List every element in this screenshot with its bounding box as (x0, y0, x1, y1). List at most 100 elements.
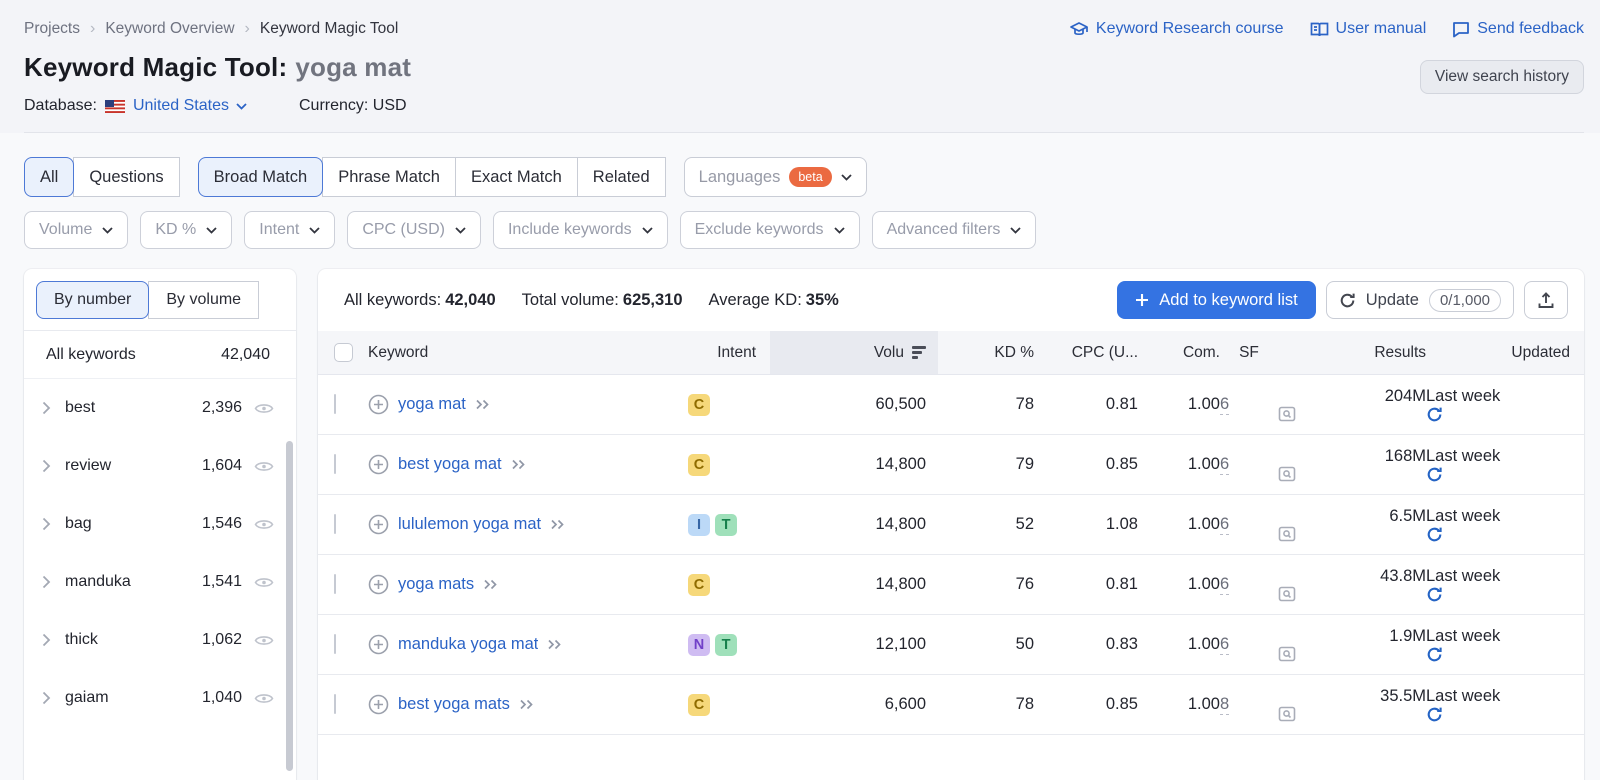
intent-badge-C: C (688, 574, 710, 596)
expand-keyword-icon[interactable] (511, 459, 527, 470)
refresh-row-icon[interactable] (1426, 586, 1443, 603)
view-serp-icon[interactable] (1278, 466, 1296, 482)
row-checkbox[interactable] (334, 454, 336, 474)
serp-features-count[interactable]: 6 (1220, 515, 1229, 535)
refresh-row-icon[interactable] (1426, 706, 1443, 723)
filter-dropdown[interactable]: Advanced filters (872, 211, 1037, 249)
filter-dropdown[interactable]: Include keywords (493, 211, 668, 249)
sort-toggle-tab[interactable]: By number (36, 281, 149, 319)
refresh-row-icon[interactable] (1426, 466, 1443, 483)
column-keyword[interactable]: Keyword (366, 331, 678, 374)
all-keywords-row[interactable]: All keywords 42,040 (24, 331, 296, 379)
filter-dropdown[interactable]: KD % (140, 211, 232, 249)
add-keyword-icon[interactable] (368, 454, 389, 475)
row-checkbox[interactable] (334, 694, 336, 714)
serp-features-count[interactable]: 8 (1220, 695, 1229, 715)
add-to-keyword-list-button[interactable]: Add to keyword list (1117, 281, 1315, 319)
refresh-row-icon[interactable] (1426, 526, 1443, 543)
view-serp-icon[interactable] (1278, 406, 1296, 422)
serp-features-count[interactable]: 6 (1220, 635, 1229, 655)
languages-dropdown[interactable]: Languages beta (684, 157, 867, 197)
keywords-table-card: All keywords:42,040 Total volume:625,310… (318, 269, 1584, 780)
breadcrumb-keyword-overview[interactable]: Keyword Overview (105, 20, 250, 38)
filter-dropdown[interactable]: Intent (244, 211, 335, 249)
keyword-group-row[interactable]: review 1,604 (24, 437, 296, 495)
eye-icon[interactable] (254, 692, 274, 705)
keyword-link[interactable]: lululemon yoga mat (398, 515, 541, 534)
keyword-link[interactable]: best yoga mat (398, 455, 502, 474)
column-results[interactable]: Results (1278, 331, 1426, 374)
serp-features-count[interactable]: 6 (1220, 395, 1229, 415)
keyword-link[interactable]: manduka yoga mat (398, 635, 538, 654)
tab-group-match-types: Broad Match Phrase Match Exact Match Rel… (198, 157, 666, 197)
match-tab[interactable]: All (24, 157, 74, 197)
eye-icon[interactable] (254, 576, 274, 589)
sidebar-scrollbar[interactable] (286, 441, 293, 771)
row-checkbox[interactable] (334, 634, 336, 654)
keyword-group-row[interactable]: manduka 1,541 (24, 553, 296, 611)
column-cpc[interactable]: CPC (U... (1034, 331, 1138, 374)
competition-value: 1.00 (1188, 695, 1220, 713)
match-tab[interactable]: Questions (73, 157, 179, 197)
match-tab[interactable]: Exact Match (455, 157, 578, 197)
column-competition[interactable]: Com. (1138, 331, 1220, 374)
column-updated[interactable]: Updated (1426, 331, 1584, 374)
sort-toggle-tab[interactable]: By volume (148, 281, 259, 319)
view-serp-icon[interactable] (1278, 706, 1296, 722)
view-search-history-button[interactable]: View search history (1420, 60, 1584, 94)
keyword-research-course-link[interactable]: Keyword Research course (1069, 20, 1284, 38)
select-all-checkbox[interactable] (334, 343, 353, 362)
database-selector[interactable]: United States (105, 97, 247, 115)
user-manual-link[interactable]: User manual (1310, 20, 1427, 38)
refresh-row-icon[interactable] (1426, 646, 1443, 663)
keyword-group-row[interactable]: best 2,396 (24, 379, 296, 437)
view-serp-icon[interactable] (1278, 586, 1296, 602)
expand-keyword-icon[interactable] (483, 579, 499, 590)
expand-keyword-icon[interactable] (547, 639, 563, 650)
filter-dropdown[interactable]: CPC (USD) (347, 211, 481, 249)
row-checkbox[interactable] (334, 514, 336, 534)
row-checkbox[interactable] (334, 574, 336, 594)
expand-keyword-icon[interactable] (519, 699, 535, 710)
keyword-group-row[interactable]: gaiam 1,040 (24, 669, 296, 727)
header-divider (24, 132, 1584, 133)
export-button[interactable] (1524, 281, 1568, 319)
column-volume-sorted[interactable]: Volu (770, 331, 938, 374)
filter-dropdown[interactable]: Volume (24, 211, 128, 249)
send-feedback-link[interactable]: Send feedback (1452, 20, 1584, 38)
add-keyword-icon[interactable] (368, 514, 389, 535)
filter-label: Exclude keywords (695, 221, 824, 239)
add-keyword-icon[interactable] (368, 574, 389, 595)
add-keyword-icon[interactable] (368, 694, 389, 715)
match-tab[interactable]: Broad Match (198, 157, 324, 197)
eye-icon[interactable] (254, 460, 274, 473)
serp-features-count[interactable]: 6 (1220, 455, 1229, 475)
add-keyword-icon[interactable] (368, 634, 389, 655)
column-intent[interactable]: Intent (678, 331, 770, 374)
keyword-link[interactable]: yoga mats (398, 575, 474, 594)
view-serp-icon[interactable] (1278, 526, 1296, 542)
chevron-right-icon (42, 401, 51, 415)
column-kd[interactable]: KD % (938, 331, 1034, 374)
column-serp-features[interactable]: SF (1220, 331, 1278, 374)
refresh-row-icon[interactable] (1426, 406, 1443, 423)
match-tab[interactable]: Phrase Match (322, 157, 456, 197)
breadcrumb-projects[interactable]: Projects (24, 20, 95, 38)
serp-features-count[interactable]: 6 (1220, 575, 1229, 595)
eye-icon[interactable] (254, 402, 274, 415)
us-flag-icon (105, 100, 125, 113)
filter-dropdown[interactable]: Exclude keywords (680, 211, 860, 249)
eye-icon[interactable] (254, 518, 274, 531)
keyword-link[interactable]: best yoga mats (398, 695, 510, 714)
match-tab[interactable]: Related (577, 157, 666, 197)
eye-icon[interactable] (254, 634, 274, 647)
expand-keyword-icon[interactable] (475, 399, 491, 410)
add-keyword-icon[interactable] (368, 394, 389, 415)
row-checkbox[interactable] (334, 394, 336, 414)
expand-keyword-icon[interactable] (550, 519, 566, 530)
keyword-group-row[interactable]: bag 1,546 (24, 495, 296, 553)
update-button[interactable]: Update 0/1,000 (1326, 281, 1514, 319)
view-serp-icon[interactable] (1278, 646, 1296, 662)
keyword-group-row[interactable]: thick 1,062 (24, 611, 296, 669)
keyword-link[interactable]: yoga mat (398, 395, 466, 414)
